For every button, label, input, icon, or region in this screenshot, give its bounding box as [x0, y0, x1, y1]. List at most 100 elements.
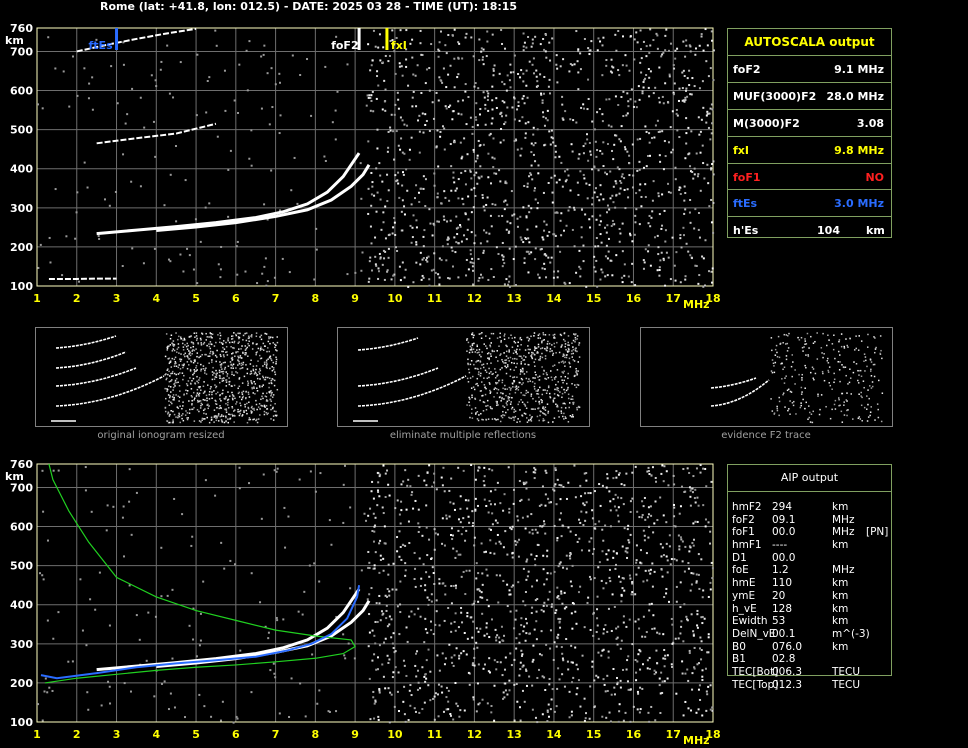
noise-dot — [650, 514, 653, 517]
noise-dot — [435, 599, 438, 602]
noise-dot — [173, 497, 176, 500]
thumb-noise — [548, 392, 551, 395]
noise-dot — [468, 683, 471, 686]
noise-dot — [647, 711, 650, 714]
noise-dot — [668, 75, 671, 78]
noise-dot — [448, 277, 451, 280]
noise-dot — [615, 194, 618, 197]
thumb-noise — [489, 345, 492, 348]
noise-dot — [607, 124, 610, 127]
noise-dot — [433, 472, 436, 475]
noise-dot — [490, 711, 493, 714]
thumb-noise — [198, 392, 201, 395]
noise-dot — [123, 682, 126, 685]
noise-dot — [500, 111, 503, 114]
thumb-noise — [809, 421, 812, 423]
noise-dot — [618, 240, 621, 243]
noise-dot — [595, 236, 598, 239]
noise-dot — [638, 516, 641, 519]
noise-dot — [576, 181, 579, 184]
thumb-noise — [193, 369, 196, 371]
noise-dot — [454, 681, 457, 684]
noise-dot — [145, 659, 148, 662]
noise-dot — [388, 615, 391, 618]
aip-value: 20 — [772, 589, 786, 602]
noise-dot — [408, 542, 411, 545]
thumb-noise — [238, 414, 241, 417]
noise-dot — [421, 666, 424, 669]
thumb-noise — [564, 361, 566, 363]
thumb-noise — [269, 398, 272, 401]
noise-dot — [367, 514, 370, 517]
noise-dot — [705, 690, 708, 693]
noise-dot — [509, 610, 512, 613]
noise-dot — [375, 668, 378, 671]
noise-dot — [471, 257, 474, 260]
thumb-noise — [787, 347, 790, 349]
thumb-noise — [491, 349, 494, 352]
thumb-noise — [544, 355, 547, 357]
thumb-noise — [199, 385, 201, 388]
noise-dot — [397, 671, 400, 674]
thumb-noise — [220, 364, 223, 366]
thumb-trace — [710, 379, 770, 407]
noise-dot — [346, 273, 349, 276]
noise-dot — [559, 65, 562, 68]
noise-dot — [371, 480, 374, 483]
noise-dot — [652, 180, 655, 183]
noise-dot — [533, 466, 536, 469]
noise-dot — [378, 33, 381, 36]
noise-dot — [685, 89, 688, 92]
noise-dot — [269, 669, 272, 672]
noise-dot — [519, 719, 522, 722]
noise-dot — [646, 659, 649, 662]
noise-dot — [388, 594, 391, 597]
thumb-noise — [514, 391, 517, 394]
noise-dot — [420, 577, 423, 580]
noise-dot — [642, 259, 645, 262]
thumb-noise — [833, 378, 836, 381]
noise-dot — [389, 126, 392, 129]
noise-dot — [477, 279, 480, 282]
noise-dot — [167, 708, 170, 711]
thumb-noise — [182, 349, 185, 351]
noise-dot — [369, 109, 372, 112]
thumb-noise — [234, 397, 236, 400]
noise-dot — [606, 558, 609, 561]
thumb-noise — [183, 337, 186, 340]
thumb-noise — [215, 419, 218, 422]
thumb-noise — [541, 352, 543, 355]
thumb-noise — [235, 401, 238, 403]
noise-dot — [517, 519, 520, 522]
thumb-noise — [787, 334, 789, 337]
noise-dot — [571, 681, 574, 684]
thumb-noise — [871, 381, 874, 383]
thumb-noise — [784, 406, 786, 408]
thumb-noise — [252, 418, 254, 421]
noise-dot — [660, 55, 663, 58]
noise-dot — [510, 190, 513, 193]
noise-dot — [375, 167, 378, 170]
noise-dot — [471, 524, 474, 527]
noise-dot — [667, 141, 670, 144]
noise-dot — [648, 132, 651, 135]
thumb-noise — [516, 362, 518, 365]
aip-row: hmF1 ---- km — [728, 539, 891, 552]
noise-dot — [481, 698, 484, 701]
autoscala-label: MUF(3000)F2 — [733, 89, 817, 103]
thumb-noise — [483, 384, 486, 386]
noise-dot — [464, 90, 467, 93]
thumb-noise — [238, 348, 240, 350]
noise-dot — [418, 151, 421, 154]
thumb-noise — [533, 388, 536, 390]
noise-dot — [451, 534, 454, 537]
noise-dot — [536, 207, 539, 210]
noise-dot — [389, 129, 392, 132]
noise-dot — [374, 620, 377, 623]
noise-dot — [159, 68, 162, 71]
thumb-noise — [177, 416, 179, 419]
thumb-noise — [269, 377, 271, 380]
noise-dot — [482, 667, 485, 670]
noise-dot — [499, 180, 502, 183]
noise-dot — [166, 44, 169, 47]
